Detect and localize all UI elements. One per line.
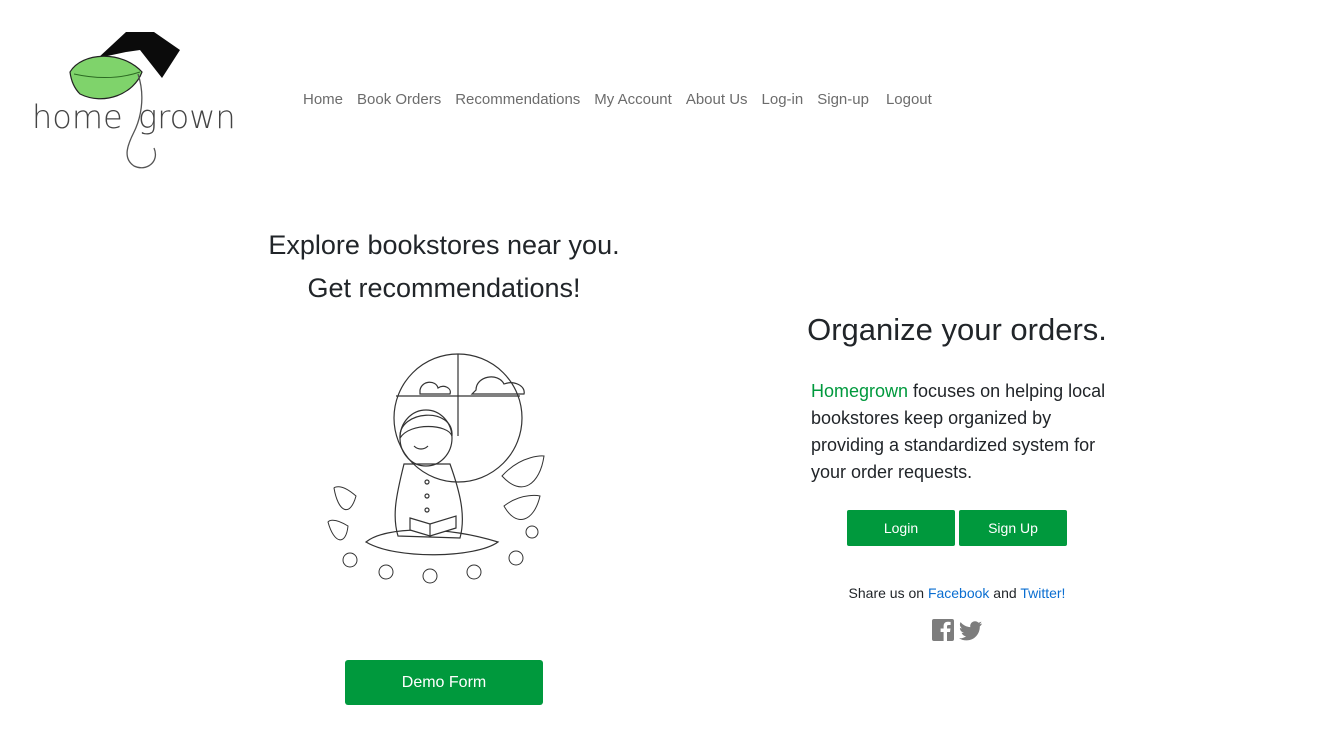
child-head — [399, 409, 453, 467]
child-face — [413, 445, 429, 450]
nav-my-account[interactable]: My Account — [587, 90, 679, 110]
facebook-icon[interactable] — [931, 618, 955, 642]
organize-title: Organize your orders. — [807, 312, 1107, 347]
flower-3 — [422, 568, 438, 584]
open-book — [409, 515, 457, 537]
main-nav: Home Book Orders Recommendations My Acco… — [296, 90, 939, 110]
flower-2 — [378, 564, 394, 580]
auth-buttons: Login Sign Up — [847, 510, 1067, 546]
demo-form-button[interactable]: Demo Form — [345, 660, 543, 705]
leaf-left-bottom — [327, 519, 349, 541]
share-prefix: Share us on — [848, 585, 928, 601]
child-reading-illustration — [326, 346, 551, 596]
logo-word-home: home — [32, 98, 123, 136]
button-1 — [424, 479, 430, 485]
flower-4 — [466, 564, 482, 580]
leaf-right-bottom — [503, 494, 541, 520]
logo-graphic: home grown — [32, 32, 236, 169]
leaf-right-top — [501, 455, 545, 488]
button-3 — [424, 507, 430, 513]
hero-line-2: Get recommendations! — [307, 273, 581, 303]
twitter-icon[interactable] — [959, 618, 983, 642]
nav-about-us[interactable]: About Us — [679, 90, 755, 110]
homegrown-logo[interactable]: home grown — [30, 28, 246, 174]
flower-5 — [508, 550, 524, 566]
nav-home[interactable]: Home — [296, 90, 350, 110]
flower-1 — [342, 552, 358, 568]
share-and: and — [989, 585, 1021, 601]
brand-name-text: Homegrown — [811, 381, 909, 401]
logo-word-grown: grown — [138, 98, 236, 136]
illustration-graphic — [327, 353, 545, 584]
nav-logout[interactable]: Logout — [879, 90, 939, 110]
facebook-link[interactable]: Facebook — [928, 585, 989, 601]
signup-button[interactable]: Sign Up — [959, 510, 1067, 546]
flower-6 — [525, 525, 539, 539]
hero-line-1: Explore bookstores near you. — [268, 230, 620, 260]
cloud-left — [419, 381, 451, 395]
twitter-link[interactable]: Twitter! — [1020, 585, 1065, 601]
nav-recommendations[interactable]: Recommendations — [448, 90, 587, 110]
leaf-left-top — [333, 486, 357, 510]
nav-sign-up[interactable]: Sign-up — [810, 90, 876, 110]
button-2 — [424, 493, 430, 499]
info-paragraph: Homegrown focuses on helping local books… — [811, 378, 1111, 486]
hero-heading: Explore bookstores near you. Get recomme… — [194, 224, 694, 310]
share-line: Share us on Facebook and Twitter! — [790, 583, 1124, 603]
nav-book-orders[interactable]: Book Orders — [350, 90, 448, 110]
login-button[interactable]: Login — [847, 510, 955, 546]
social-icons — [931, 618, 983, 642]
nav-log-in[interactable]: Log-in — [755, 90, 811, 110]
